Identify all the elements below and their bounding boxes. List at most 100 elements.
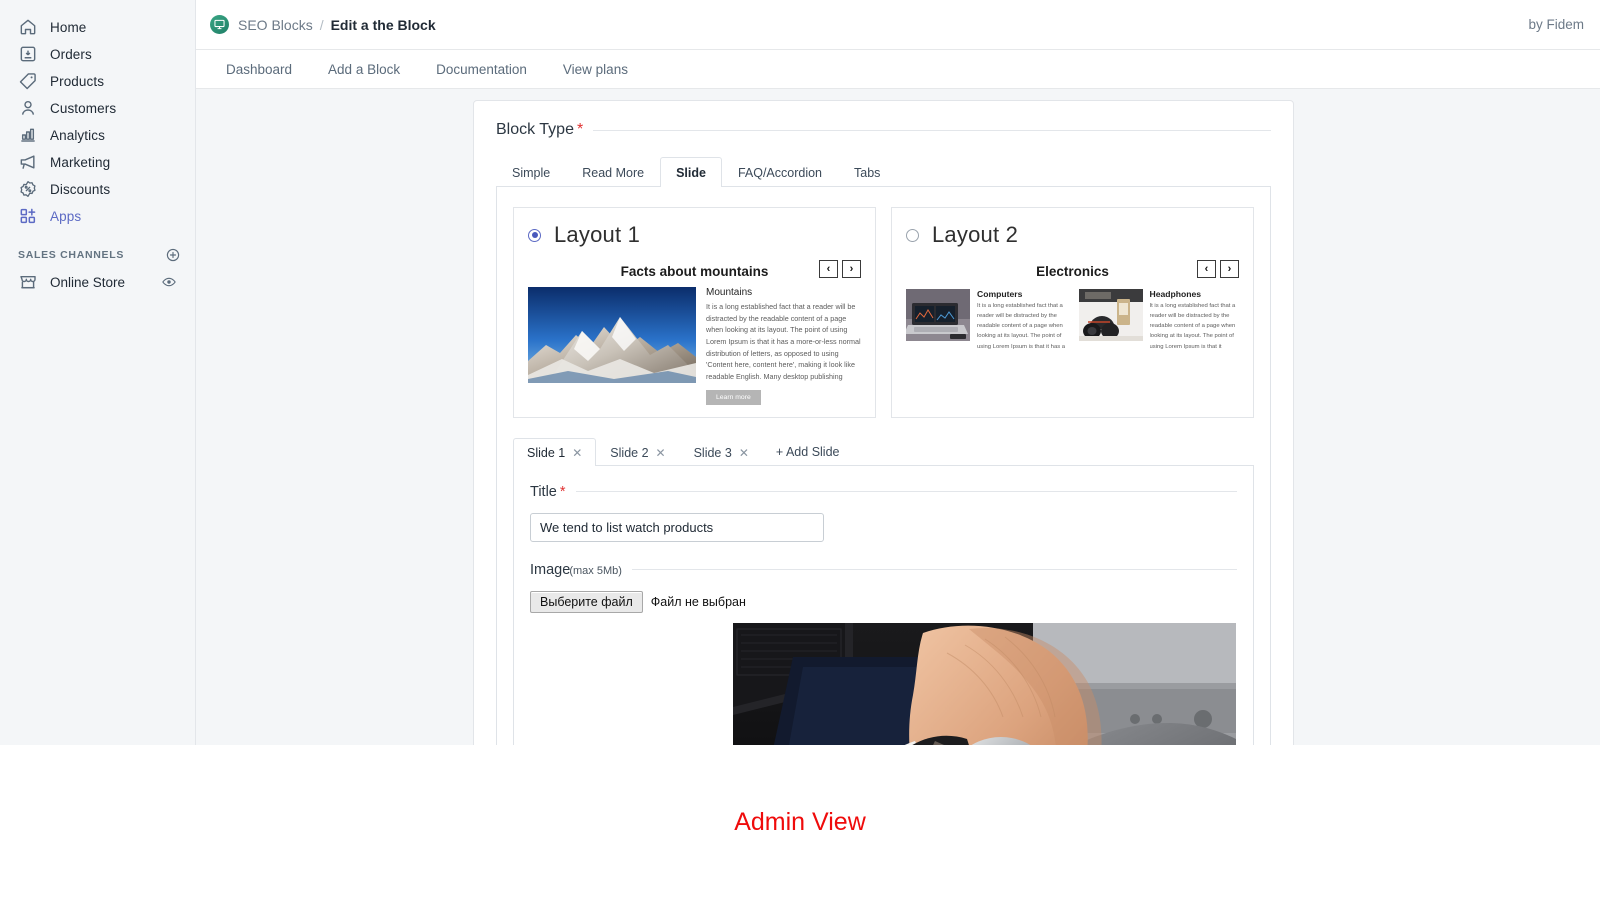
layout-1-item-body: It is a long established fact that a rea… bbox=[706, 301, 861, 383]
sidebar-item-discounts[interactable]: Discounts bbox=[6, 176, 189, 202]
required-mark: * bbox=[577, 121, 583, 138]
headphones-photo bbox=[1079, 289, 1143, 341]
slide-tabs: Slide 1 ✕ Slide 2 ✕ Slide 3 ✕ + bbox=[513, 437, 1254, 466]
legend-divider bbox=[576, 491, 1237, 492]
screenshot-root: Home Orders Products Customers bbox=[0, 0, 1600, 900]
close-icon[interactable]: ✕ bbox=[739, 447, 749, 459]
sidebar-item-products[interactable]: Products bbox=[6, 68, 189, 94]
close-icon[interactable]: ✕ bbox=[572, 447, 582, 459]
carousel-prev-icon[interactable]: ‹ bbox=[1197, 260, 1216, 278]
seo-blocks-app-icon bbox=[210, 15, 229, 34]
edit-block-card: Block Type* Simple Read More Slide FAQ/A… bbox=[473, 100, 1294, 745]
block-type-label: Block Type* bbox=[496, 121, 583, 139]
layout-option-2[interactable]: Layout 2 Electronics ‹ › bbox=[891, 207, 1254, 418]
block-type-legend: Block Type* bbox=[496, 121, 1271, 139]
layout-2-preview-heading: Electronics bbox=[906, 264, 1239, 279]
computers-photo bbox=[906, 289, 970, 341]
sidebar-item-label: Apps bbox=[50, 209, 81, 224]
sidebar-item-home[interactable]: Home bbox=[6, 14, 189, 40]
layout-1-preview-heading: Facts about mountains bbox=[528, 264, 861, 279]
image-size-hint: (max 5Mb) bbox=[569, 565, 622, 577]
computers-body: It is a long established fact that a rea… bbox=[977, 301, 1067, 352]
headphones-body: It is a long established fact that a rea… bbox=[1150, 301, 1240, 352]
tab-slide[interactable]: Slide bbox=[660, 157, 722, 187]
image-file-input-row: Выберите файл Файл не выбран bbox=[530, 591, 1237, 613]
choose-file-button[interactable]: Выберите файл bbox=[530, 591, 643, 613]
marketing-icon bbox=[18, 152, 38, 172]
plus-circle-icon[interactable] bbox=[165, 247, 181, 263]
breadcrumb-separator: / bbox=[320, 17, 324, 33]
legend-divider bbox=[593, 130, 1271, 131]
app-navbar: Dashboard Add a Block Documentation View… bbox=[196, 50, 1600, 89]
nav-link-dashboard[interactable]: Dashboard bbox=[210, 57, 308, 82]
slide-tab-3[interactable]: Slide 3 ✕ bbox=[680, 438, 763, 466]
slide-tab-3-label: Slide 3 bbox=[694, 446, 732, 460]
slide-image-preview bbox=[733, 623, 1236, 745]
analytics-icon bbox=[18, 125, 38, 145]
sidebar-item-label: Customers bbox=[50, 101, 116, 116]
slide-title-input[interactable] bbox=[530, 513, 824, 542]
layout-option-1[interactable]: Layout 1 Facts about mountains ‹ › bbox=[513, 207, 876, 418]
no-file-chosen-label: Файл не выбран bbox=[651, 595, 746, 609]
layout-2-title: Layout 2 bbox=[932, 222, 1018, 248]
add-slide-button[interactable]: + Add Slide bbox=[763, 438, 853, 465]
learn-more-button[interactable]: Learn more bbox=[706, 390, 761, 405]
nav-link-documentation[interactable]: Documentation bbox=[420, 57, 543, 82]
app-topbar: SEO Blocks / Edit a the Block by Fidem bbox=[196, 0, 1600, 50]
products-icon bbox=[18, 71, 38, 91]
sidebar-item-analytics[interactable]: Analytics bbox=[6, 122, 189, 148]
slide-tab-2[interactable]: Slide 2 ✕ bbox=[596, 438, 679, 466]
headphones-title: Headphones bbox=[1150, 289, 1240, 299]
layout-1-radio[interactable] bbox=[528, 229, 541, 242]
apps-icon bbox=[18, 206, 38, 226]
sidebar-item-orders[interactable]: Orders bbox=[6, 41, 189, 67]
sales-channels-title: SALES CHANNELS bbox=[18, 249, 124, 261]
customers-icon bbox=[18, 98, 38, 118]
tab-simple[interactable]: Simple bbox=[496, 157, 566, 187]
layout-1-header: Layout 1 bbox=[528, 222, 861, 248]
slide-tab-2-label: Slide 2 bbox=[610, 446, 648, 460]
sidebar-item-customers[interactable]: Customers bbox=[6, 95, 189, 121]
legend-divider bbox=[632, 569, 1237, 570]
nav-link-view-plans[interactable]: View plans bbox=[547, 57, 644, 82]
close-icon[interactable]: ✕ bbox=[656, 447, 666, 459]
tab-read-more[interactable]: Read More bbox=[566, 157, 660, 187]
breadcrumb-current: Edit a the Block bbox=[331, 17, 436, 33]
layout-2-card-computers: Computers It is a long established fact … bbox=[906, 289, 1067, 352]
carousel-prev-icon[interactable]: ‹ bbox=[819, 260, 838, 278]
layout-2-radio[interactable] bbox=[906, 229, 919, 242]
layout-1-text: Mountains It is a long established fact … bbox=[706, 287, 861, 405]
required-mark: * bbox=[560, 484, 566, 500]
sidebar-item-label: Home bbox=[50, 20, 86, 35]
title-label: Title* bbox=[530, 484, 566, 500]
carousel-next-icon[interactable]: › bbox=[1220, 260, 1239, 278]
channel-label: Online Store bbox=[50, 275, 149, 290]
nav-link-add-a-block[interactable]: Add a Block bbox=[312, 57, 416, 82]
title-field-legend: Title* bbox=[530, 484, 1237, 500]
orders-icon bbox=[18, 44, 38, 64]
carousel-next-icon[interactable]: › bbox=[842, 260, 861, 278]
tab-faq-accordion[interactable]: FAQ/Accordion bbox=[722, 157, 838, 187]
breadcrumb-root[interactable]: SEO Blocks bbox=[238, 17, 313, 33]
eye-icon[interactable] bbox=[161, 274, 177, 290]
layout-1-carousel-arrows: ‹ › bbox=[819, 260, 861, 278]
image-label: Image (max 5Mb) bbox=[530, 562, 622, 578]
sidebar-item-label: Products bbox=[50, 74, 104, 89]
mountain-photo bbox=[528, 287, 696, 383]
sidebar-item-online-store[interactable]: Online Store bbox=[6, 269, 189, 295]
tab-tabs[interactable]: Tabs bbox=[838, 157, 896, 187]
sidebar-item-apps[interactable]: Apps bbox=[6, 203, 189, 229]
watch-photo bbox=[733, 623, 1236, 745]
image-field-legend: Image (max 5Mb) bbox=[530, 562, 1237, 578]
sidebar-item-label: Marketing bbox=[50, 155, 110, 170]
sidebar-item-marketing[interactable]: Marketing bbox=[6, 149, 189, 175]
admin-viewport: Home Orders Products Customers bbox=[0, 0, 1600, 745]
block-type-tabs: Simple Read More Slide FAQ/Accordion Tab… bbox=[496, 156, 1271, 187]
sidebar-item-label: Orders bbox=[50, 47, 92, 62]
figure-caption: Admin View bbox=[0, 745, 1600, 900]
headphones-text: Headphones It is a long established fact… bbox=[1150, 289, 1240, 352]
sales-channels-header: SALES CHANNELS bbox=[18, 247, 181, 263]
slide-tab-1[interactable]: Slide 1 ✕ bbox=[513, 438, 596, 466]
content-stage: Block Type* Simple Read More Slide FAQ/A… bbox=[196, 89, 1600, 745]
layout-2-header: Layout 2 bbox=[906, 222, 1239, 248]
